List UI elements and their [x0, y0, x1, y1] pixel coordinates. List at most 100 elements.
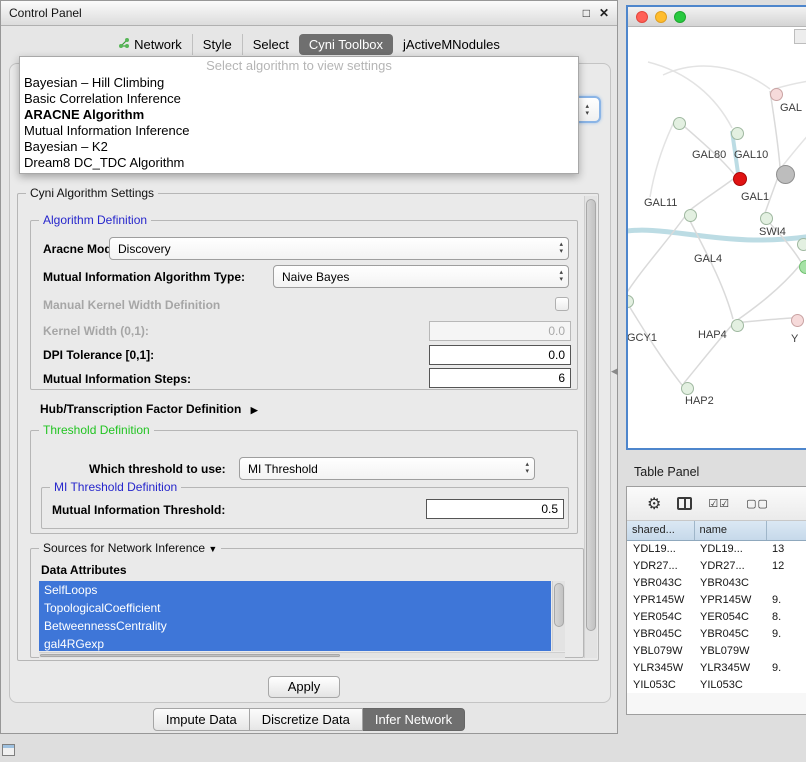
table-header-name[interactable]: name [694, 521, 766, 540]
data-attributes-list: SelfLoops TopologicalCoefficient Between… [39, 581, 551, 651]
attribute-list-hscrollbar[interactable] [39, 652, 565, 658]
network-node-gray[interactable] [776, 165, 795, 184]
tab-impute-data[interactable]: Impute Data [153, 708, 250, 731]
aracne-mode-combo[interactable]: Discovery ▴▾ [109, 237, 569, 260]
settings-vertical-scrollbar[interactable] [584, 196, 597, 658]
apply-button[interactable]: Apply [268, 676, 340, 698]
table-row[interactable]: YIL053CYIL053C [627, 676, 806, 693]
table-header-row: shared... name [627, 521, 806, 540]
float-window-icon[interactable]: □ [583, 6, 590, 20]
node-label: HAP2 [685, 395, 714, 407]
kernel-width-label: Kernel Width (0,1): [43, 324, 149, 338]
table-row[interactable]: YBR045CYBR045C9. [627, 625, 806, 642]
network-node[interactable] [731, 319, 744, 332]
table-row[interactable]: YPR145WYPR145W9. [627, 591, 806, 608]
attribute-item[interactable]: SelfLoops [39, 581, 551, 599]
gear-icon[interactable]: ⚙ [647, 494, 661, 514]
select-all-checks-icon[interactable]: ☑☑ [708, 497, 730, 510]
combo-updown-icon: ▴▾ [559, 269, 563, 283]
close-traffic-light[interactable] [636, 11, 648, 23]
network-view-window: GAL GAL80 GAL10 GAL11 GAL1 SWI4 GAL4 GCY… [626, 5, 806, 450]
tab-style[interactable]: Style [192, 34, 242, 55]
network-node-selected-red[interactable] [733, 172, 747, 186]
columns-icon[interactable] [677, 497, 692, 510]
which-threshold-combo[interactable]: MI Threshold ▴▾ [239, 457, 535, 480]
minimize-traffic-light[interactable] [655, 11, 667, 23]
tab-select[interactable]: Select [242, 34, 299, 55]
algorithm-option-selected[interactable]: ARACNE Algorithm [20, 107, 578, 123]
zoom-traffic-light[interactable] [674, 11, 686, 23]
attribute-item[interactable]: gal4RGexp [39, 635, 551, 651]
algorithm-dropdown-popup: Select algorithm to view settings Bayesi… [19, 56, 579, 174]
threshold-definition-group: Threshold Definition Which threshold to … [30, 430, 578, 534]
control-panel-window: Control Panel □ ✕ Network Style Select C… [0, 0, 618, 734]
tab-infer-network[interactable]: Infer Network [363, 708, 465, 731]
dpi-tolerance-field[interactable]: 0.0 [429, 345, 571, 365]
network-node[interactable] [684, 209, 697, 222]
mi-steps-field[interactable]: 6 [429, 368, 571, 388]
manual-kernel-label: Manual Kernel Width Definition [43, 298, 220, 312]
panel-collapse-arrow[interactable]: ◀ [611, 366, 618, 377]
node-label: HAP4 [698, 329, 727, 341]
network-node[interactable] [628, 295, 634, 308]
scrollbar-thumb[interactable] [40, 654, 340, 657]
network-node[interactable] [797, 238, 806, 251]
mi-threshold-label: Mutual Information Threshold: [52, 503, 225, 517]
algorithm-option[interactable]: Dream8 DC_TDC Algorithm [20, 155, 578, 171]
network-canvas[interactable]: GAL GAL80 GAL10 GAL11 GAL1 SWI4 GAL4 GCY… [628, 27, 806, 448]
tab-discretize-data[interactable]: Discretize Data [250, 708, 363, 731]
tab-cyni-toolbox[interactable]: Cyni Toolbox [299, 34, 393, 55]
network-node[interactable] [731, 127, 744, 140]
attribute-item[interactable]: BetweennessCentrality [39, 617, 551, 635]
table-header-shared-name[interactable]: shared... [627, 521, 694, 540]
node-label: GAL [780, 102, 802, 114]
mi-threshold-field[interactable]: 0.5 [426, 499, 564, 519]
control-panel-tabs: Network Style Select Cyni Toolbox jActiv… [1, 34, 617, 55]
hub-definition-toggle[interactable]: Hub/Transcription Factor Definition ▶ [40, 402, 258, 416]
mi-type-label: Mutual Information Algorithm Type: [43, 270, 245, 284]
table-row[interactable]: YER054CYER054C8. [627, 608, 806, 625]
mi-type-combo[interactable]: Naive Bayes ▴▾ [273, 265, 569, 288]
which-threshold-label: Which threshold to use: [89, 462, 226, 476]
node-label: SWI4 [759, 226, 786, 238]
chevron-down-icon[interactable]: ▼ [208, 544, 217, 554]
manual-kernel-checkbox[interactable] [555, 297, 569, 311]
data-attributes-label: Data Attributes [41, 563, 127, 577]
network-node[interactable] [673, 117, 686, 130]
combo-updown-icon: ▴▾ [585, 103, 589, 117]
table-row[interactable]: YDR27...YDR27...12 [627, 557, 806, 574]
deselect-all-boxes-icon[interactable]: ▢▢ [746, 497, 769, 510]
attribute-item[interactable]: TopologicalCoefficient [39, 599, 551, 617]
algorithm-option[interactable]: Mutual Information Inference [20, 123, 578, 139]
table-row[interactable]: YLR345WYLR345W9. [627, 659, 806, 676]
algorithm-option[interactable]: Basic Correlation Inference [20, 91, 578, 107]
mi-steps-label: Mutual Information Steps: [43, 372, 191, 386]
table-row[interactable]: YBR043CYBR043C [627, 574, 806, 591]
combo-updown-icon: ▴▾ [559, 241, 563, 255]
table-panel-title: Table Panel [634, 465, 699, 479]
network-node[interactable] [770, 88, 783, 101]
close-icon[interactable]: ✕ [599, 6, 609, 20]
scrollbar-thumb[interactable] [554, 583, 564, 627]
algorithm-option[interactable]: Bayesian – K2 [20, 139, 578, 155]
tab-jactivemnodules[interactable]: jActiveMNodules [393, 34, 510, 55]
scrollbar-thumb[interactable] [586, 199, 596, 631]
table-panel-toolbar: ⚙ ☑☑ ▢▢ [627, 487, 806, 521]
network-node[interactable] [681, 382, 694, 395]
table-row[interactable]: YBL079WYBL079W [627, 642, 806, 659]
network-scrollbar-stub[interactable] [794, 29, 806, 44]
node-label: Y [791, 333, 798, 345]
algorithm-option[interactable]: Bayesian – Hill Climbing [20, 75, 578, 91]
network-node[interactable] [760, 212, 773, 225]
table-row[interactable]: YDL19...YDL19...13 [627, 540, 806, 557]
attribute-list-scrollbar[interactable] [552, 581, 565, 651]
restore-panel-icon[interactable] [2, 744, 15, 756]
sources-group-title: Sources for Network Inference ▼ [39, 541, 221, 555]
threshold-definition-title: Threshold Definition [39, 423, 154, 437]
kernel-width-field[interactable]: 0.0 [429, 321, 571, 341]
table-header-clipped[interactable] [766, 521, 806, 540]
node-label: GCY1 [628, 332, 657, 344]
network-node[interactable] [799, 260, 806, 274]
tab-network[interactable]: Network [108, 34, 192, 55]
network-node[interactable] [791, 314, 804, 327]
